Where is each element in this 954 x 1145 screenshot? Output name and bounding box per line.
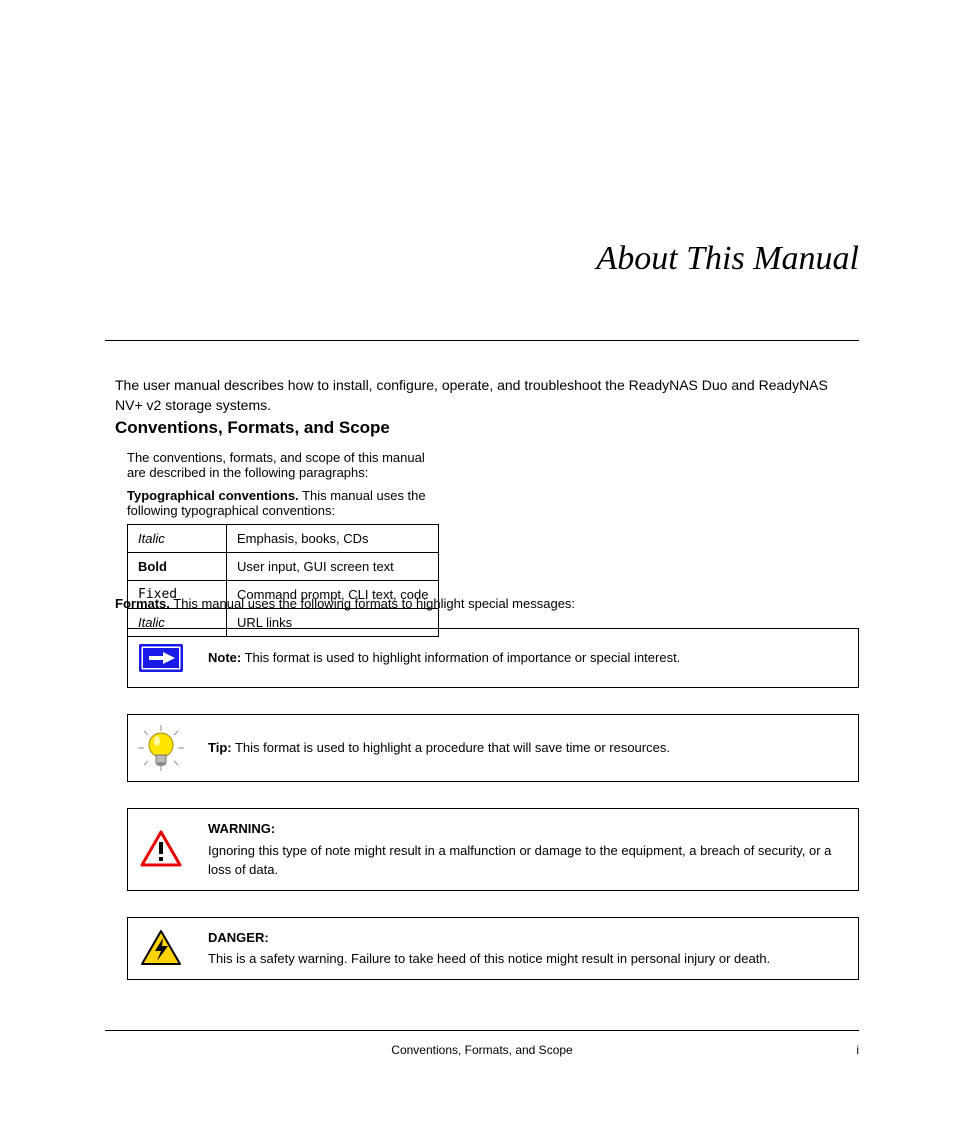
conventions-heading: Conventions, Formats, and Scope — [115, 418, 390, 438]
warning-callout: WARNING: Ignoring this type of note migh… — [127, 808, 859, 891]
footer-text: Conventions, Formats, and Scope — [105, 1043, 859, 1057]
tip-body: This format is used to highlight a proce… — [232, 740, 670, 755]
warning-lead: WARNING: — [208, 819, 844, 839]
formats-lead: Formats. This manual uses the following … — [115, 593, 575, 613]
cell-label: Bold — [128, 553, 227, 581]
intro-paragraph: The user manual describes how to install… — [115, 375, 859, 416]
lightbulb-icon — [128, 715, 194, 781]
note-body: This format is used to highlight informa… — [241, 650, 680, 665]
danger-body: This is a safety warning. Failure to tak… — [208, 949, 844, 969]
tip-text: Tip: This format is used to highlight a … — [194, 715, 858, 781]
danger-callout: DANGER: This is a safety warning. Failur… — [127, 917, 859, 980]
cell-desc: User input, GUI screen text — [227, 553, 439, 581]
warning-text: WARNING: Ignoring this type of note migh… — [194, 809, 858, 890]
page: About This Manual The user manual descri… — [0, 0, 954, 1145]
danger-text: DANGER: This is a safety warning. Failur… — [194, 918, 858, 979]
note-callout: Note: This format is used to highlight i… — [127, 628, 859, 688]
table-row: Italic Emphasis, books, CDs — [128, 525, 439, 553]
note-lead: Note: — [208, 650, 241, 665]
title-divider — [105, 340, 859, 341]
warning-triangle-icon — [128, 809, 194, 890]
tip-callout: Tip: This format is used to highlight a … — [127, 714, 859, 782]
formats-lead-text: Formats. — [115, 596, 170, 611]
typographical-lead: Typographical conventions. — [127, 488, 299, 503]
page-number: i — [856, 1043, 859, 1057]
arrow-icon — [128, 629, 194, 687]
tip-lead: Tip: — [208, 740, 232, 755]
danger-lead: DANGER: — [208, 928, 844, 948]
page-title: About This Manual — [596, 240, 859, 278]
formats-lead-after: This manual uses the following formats t… — [170, 596, 575, 611]
callouts-container: Note: This format is used to highlight i… — [127, 628, 859, 1006]
cell-label: Italic — [128, 525, 227, 553]
conventions-intro-text: The conventions, formats, and scope of t… — [127, 450, 425, 480]
cell-desc: Emphasis, books, CDs — [227, 525, 439, 553]
note-text: Note: This format is used to highlight i… — [194, 629, 858, 687]
danger-triangle-icon — [128, 918, 194, 979]
table-row: Bold User input, GUI screen text — [128, 553, 439, 581]
footer-divider — [105, 1030, 859, 1031]
warning-body: Ignoring this type of note might result … — [208, 841, 844, 880]
